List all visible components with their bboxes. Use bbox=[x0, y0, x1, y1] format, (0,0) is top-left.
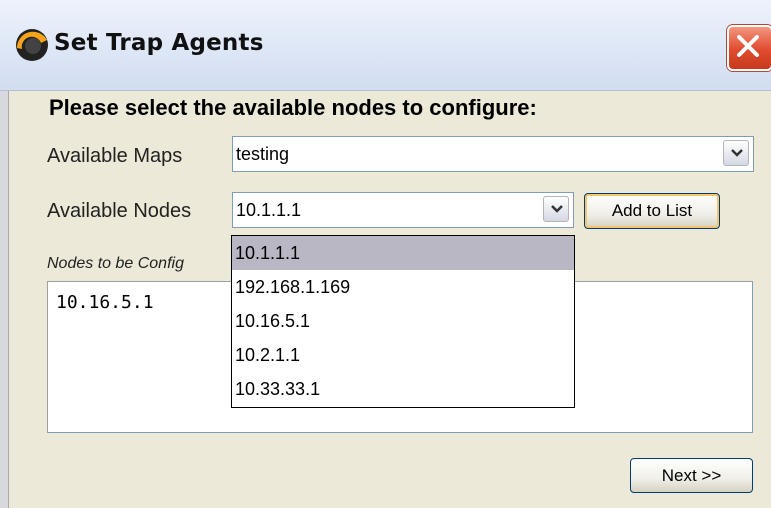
app-logo-icon bbox=[16, 29, 48, 61]
chevron-down-icon bbox=[731, 149, 743, 157]
maps-dropdown-button[interactable] bbox=[723, 140, 749, 166]
configured-node-text: 10.16.5.1 bbox=[56, 292, 154, 313]
chevron-down-icon bbox=[551, 205, 563, 213]
instruction-heading: Please select the available nodes to con… bbox=[49, 95, 537, 120]
next-button[interactable]: Next >> bbox=[630, 458, 753, 493]
available-nodes-value: 10.1.1.1 bbox=[236, 200, 302, 220]
available-nodes-combobox[interactable]: 10.1.1.1 bbox=[232, 192, 574, 228]
available-maps-value: testing bbox=[236, 144, 290, 164]
close-icon bbox=[737, 35, 759, 57]
close-button[interactable] bbox=[727, 25, 771, 71]
nodes-dropdown-button[interactable] bbox=[543, 196, 569, 222]
dropdown-option[interactable]: 10.2.1.1 bbox=[232, 338, 574, 372]
dropdown-option[interactable]: 10.16.5.1 bbox=[232, 304, 574, 338]
title-bar: Set Trap Agents bbox=[0, 0, 771, 91]
available-maps-combobox[interactable]: testing bbox=[232, 136, 754, 172]
available-nodes-label: Available Nodes bbox=[47, 200, 192, 222]
available-maps-label: Available Maps bbox=[47, 145, 183, 167]
nodes-to-configure-label: Nodes to be Config bbox=[47, 255, 184, 272]
nodes-dropdown-list: 10.1.1.1 192.168.1.169 10.16.5.1 10.2.1.… bbox=[231, 235, 575, 408]
dropdown-option[interactable]: 10.1.1.1 bbox=[232, 236, 574, 270]
dropdown-option[interactable]: 10.33.33.1 bbox=[232, 372, 574, 406]
window-frame bbox=[0, 91, 9, 508]
window-title: Set Trap Agents bbox=[54, 30, 264, 56]
dropdown-option[interactable]: 192.168.1.169 bbox=[232, 270, 574, 304]
add-to-list-button[interactable]: Add to List bbox=[584, 193, 720, 229]
